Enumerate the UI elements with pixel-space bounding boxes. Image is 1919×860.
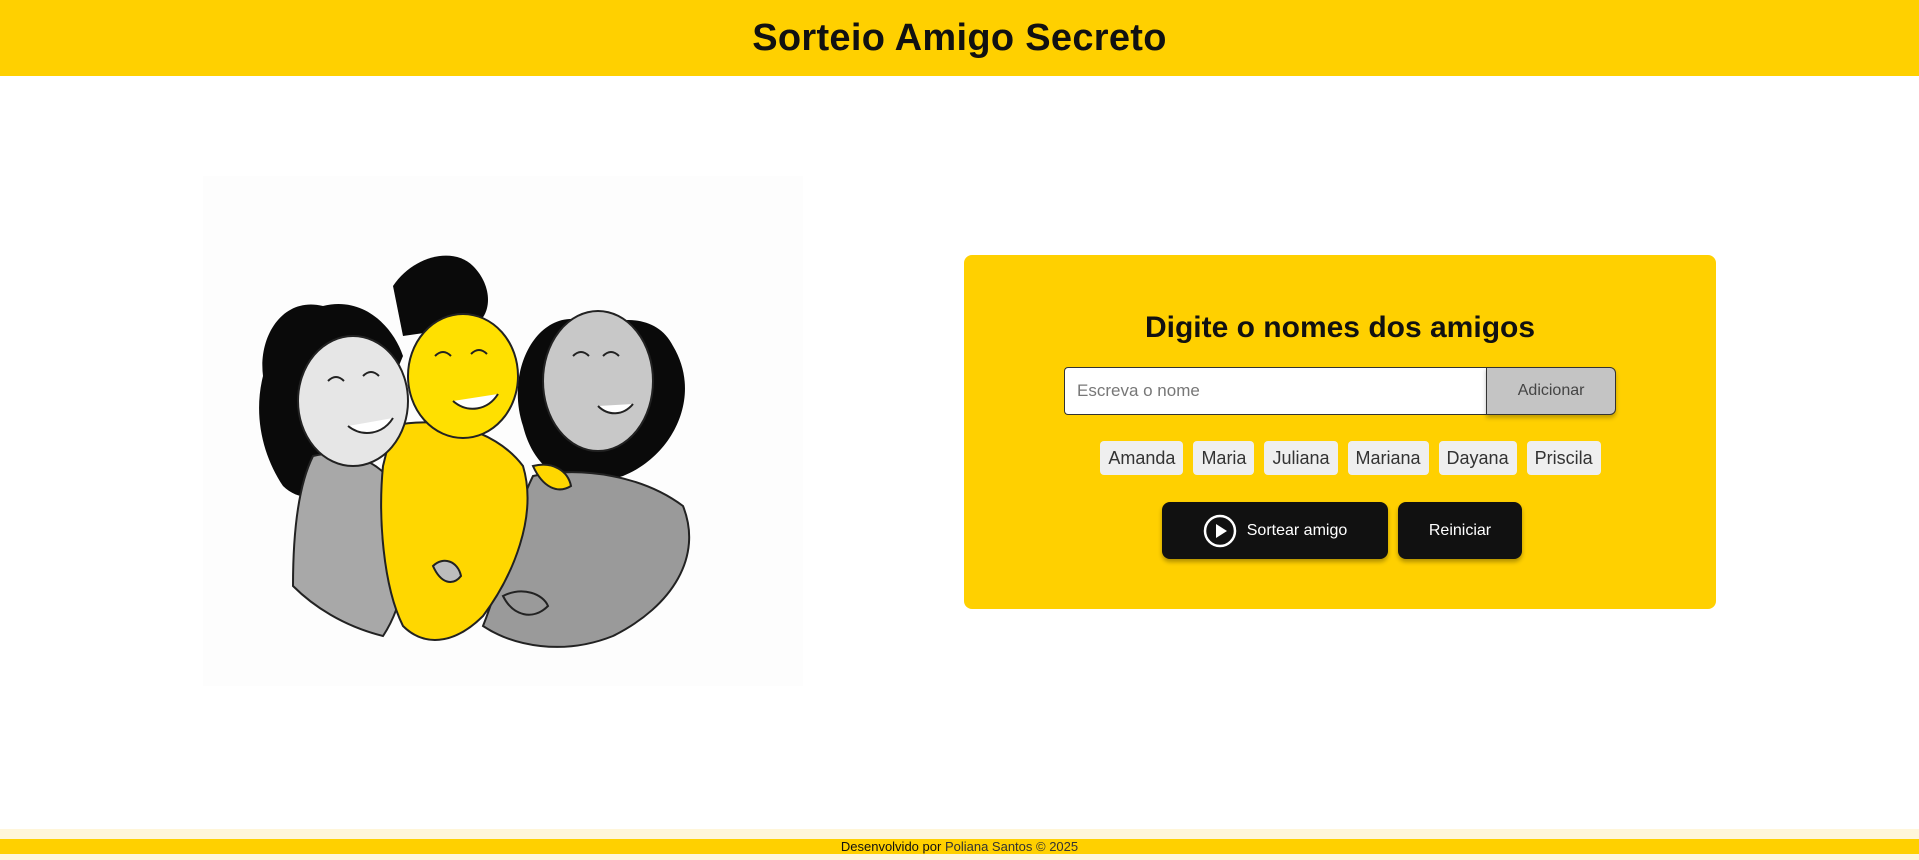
- reset-button[interactable]: Reiniciar: [1398, 502, 1522, 559]
- friends-card: Digite o nomes dos amigos Adicionar Aman…: [964, 255, 1716, 609]
- footer-prefix: Desenvolvido por: [840, 839, 942, 854]
- friend-name: Mariana: [1347, 441, 1429, 475]
- draw-friend-button[interactable]: Sortear amigo: [1162, 502, 1388, 559]
- card-title: Digite o nomes dos amigos: [1144, 311, 1536, 344]
- footer-author: Poliana Santos © 2025: [944, 839, 1079, 854]
- add-friend-row: Adicionar: [1064, 367, 1616, 415]
- friend-name: Maria: [1193, 441, 1255, 475]
- name-input[interactable]: [1064, 367, 1487, 415]
- footer: Desenvolvido por Poliana Santos © 2025: [0, 839, 1919, 854]
- header: Sorteio Amigo Secreto: [0, 0, 1919, 76]
- friends-list: Amanda Maria Juliana Mariana Dayana Pris…: [964, 441, 1716, 475]
- page-title: Sorteio Amigo Secreto: [752, 16, 1167, 59]
- friend-name: Juliana: [1264, 441, 1338, 475]
- friend-name: Priscila: [1526, 441, 1601, 475]
- add-button[interactable]: Adicionar: [1486, 367, 1616, 415]
- friends-hugging-illustration: [203, 176, 803, 686]
- play-circle-icon: [1203, 514, 1237, 548]
- draw-friend-label: Sortear amigo: [1246, 521, 1348, 539]
- friend-name: Amanda: [1100, 441, 1184, 475]
- friend-name: Dayana: [1438, 441, 1517, 475]
- action-buttons: Sortear amigo Reiniciar: [964, 502, 1716, 559]
